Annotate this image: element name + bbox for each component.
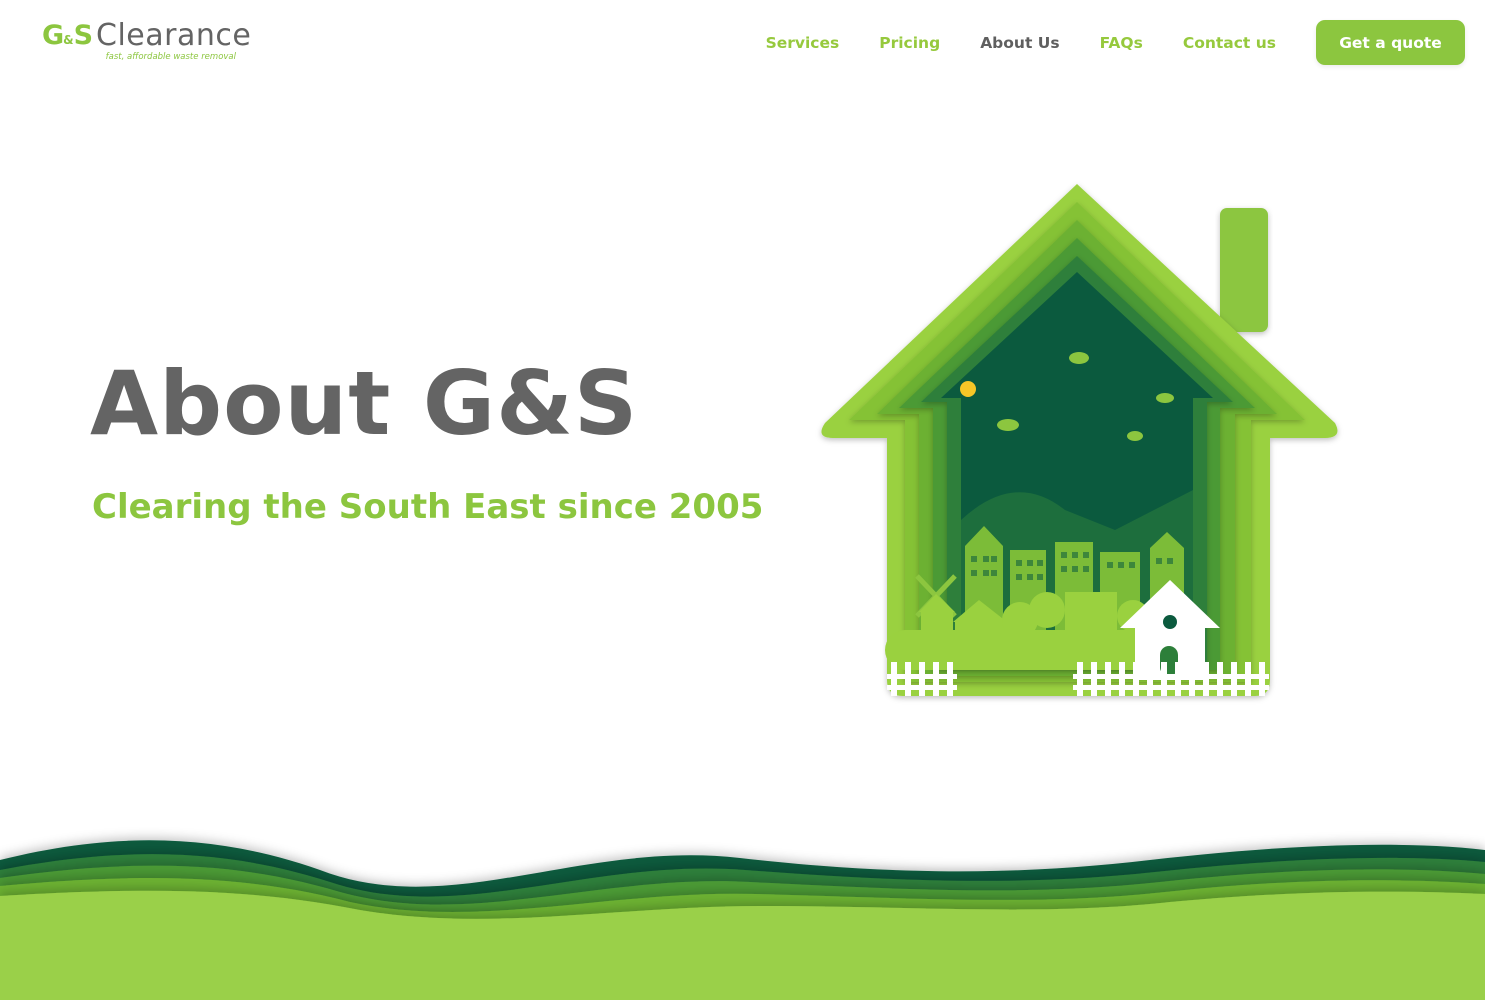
green-hills-footer-decoration	[0, 840, 1485, 1000]
logo-tagline: fast, affordable waste removal	[105, 52, 236, 62]
paper-cut-house-illustration	[821, 184, 1338, 696]
nav-link-pricing[interactable]: Pricing	[879, 34, 940, 52]
brand-logo[interactable]: G&S Clearance fast, affordable waste rem…	[42, 18, 251, 66]
logo-gs-mark: G&S	[42, 20, 93, 51]
main-nav: Services Pricing About Us FAQs Contact u…	[766, 20, 1465, 65]
get-a-quote-button[interactable]: Get a quote	[1316, 20, 1465, 65]
nav-link-services[interactable]: Services	[766, 34, 840, 52]
logo-name: Clearance	[96, 18, 252, 53]
page-title: About G&S	[90, 352, 639, 455]
nav-link-about-us[interactable]: About Us	[980, 34, 1059, 52]
nav-link-faqs[interactable]: FAQs	[1100, 34, 1143, 52]
page-subtitle: Clearing the South East since 2005	[92, 487, 764, 527]
site-header: G&S Clearance fast, affordable waste rem…	[0, 0, 1485, 86]
nav-link-contact-us[interactable]: Contact us	[1183, 34, 1276, 52]
